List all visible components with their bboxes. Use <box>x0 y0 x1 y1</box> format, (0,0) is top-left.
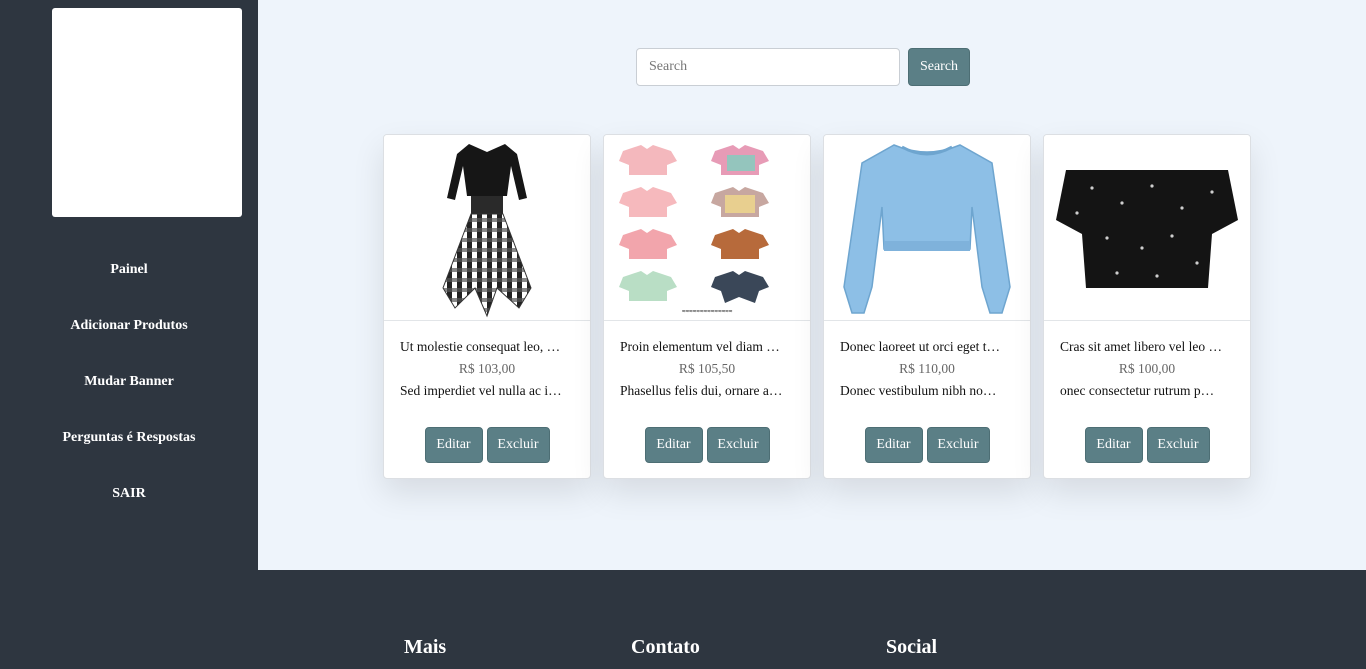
sidebar-item-painel[interactable]: Painel <box>0 257 258 313</box>
product-price: R$ 103,00 <box>458 361 516 376</box>
search-input[interactable] <box>636 48 900 86</box>
edit-button[interactable]: Editar <box>864 427 923 463</box>
sidebar-nav: Painel Adicionar Produtos Mudar Banner P… <box>0 257 258 537</box>
main-content: Search Ut molestie <box>258 0 1366 570</box>
footer-heading-social: Social <box>886 636 938 658</box>
product-card: Ut molestie consequat leo, … R$ 103,00 S… <box>383 134 591 479</box>
blue-sweatshirt-image <box>824 135 1030 321</box>
product-card: ≈≈≈≈≈≈≈≈≈≈≈≈≈≈ Proin elementum vel diam … <box>603 134 811 479</box>
logo-placeholder <box>52 8 242 217</box>
blouse-icon <box>1056 169 1238 288</box>
sidebar-item-perguntas-respostas[interactable]: Perguntas é Respostas <box>0 425 258 481</box>
product-price: R$ 105,50 <box>678 361 736 376</box>
product-list: Ut molestie consequat leo, … R$ 103,00 S… <box>383 134 1251 479</box>
product-actions: Editar Excluir <box>824 427 1030 463</box>
product-card: Donec laoreet ut orci eget t… R$ 110,00 … <box>823 134 1031 479</box>
sidebar: Painel Adicionar Produtos Mudar Banner P… <box>0 0 258 570</box>
search-button[interactable]: Search <box>908 48 970 86</box>
crop-tops-icon: ≈≈≈≈≈≈≈≈≈≈≈≈≈≈ <box>619 144 769 315</box>
delete-button[interactable]: Excluir <box>706 427 770 463</box>
product-title: Ut molestie consequat leo, … <box>400 339 561 354</box>
product-title: Cras sit amet libero vel leo … <box>1060 339 1222 354</box>
edit-button[interactable]: Editar <box>1084 427 1143 463</box>
plaid-dress-image <box>384 135 590 321</box>
plaid-dress-icon <box>442 143 532 317</box>
edit-button[interactable]: Editar <box>424 427 483 463</box>
footer-heading-mais: Mais <box>404 636 447 658</box>
product-description: Phasellus felis dui, ornare a… <box>620 383 783 398</box>
sidebar-item-adicionar-produtos[interactable]: Adicionar Produtos <box>0 313 258 369</box>
sweatshirt-icon <box>843 143 1011 314</box>
sidebar-item-mudar-banner[interactable]: Mudar Banner <box>0 369 258 425</box>
delete-button[interactable]: Excluir <box>926 427 990 463</box>
product-actions: Editar Excluir <box>384 427 590 463</box>
footer: Mais Contato Social <box>0 570 1366 669</box>
product-description: Donec vestibulum nibh no… <box>840 383 997 398</box>
crop-tops-grid-image: ≈≈≈≈≈≈≈≈≈≈≈≈≈≈ <box>604 135 810 321</box>
product-price: R$ 100,00 <box>1118 361 1176 376</box>
footer-heading-contato: Contato <box>631 636 700 658</box>
product-actions: Editar Excluir <box>604 427 810 463</box>
delete-button[interactable]: Excluir <box>1146 427 1210 463</box>
product-title: Donec laoreet ut orci eget t… <box>840 339 1001 354</box>
edit-button[interactable]: Editar <box>644 427 703 463</box>
product-title: Proin elementum vel diam … <box>620 339 780 354</box>
search-bar: Search <box>636 48 970 86</box>
star-blouse-image <box>1044 135 1250 321</box>
delete-button[interactable]: Excluir <box>486 427 550 463</box>
sidebar-item-sair[interactable]: SAIR <box>0 481 258 537</box>
svg-text:≈≈≈≈≈≈≈≈≈≈≈≈≈≈: ≈≈≈≈≈≈≈≈≈≈≈≈≈≈ <box>682 308 733 315</box>
product-description: Sed imperdiet vel nulla ac i… <box>400 383 562 398</box>
product-actions: Editar Excluir <box>1044 427 1250 463</box>
product-description: onec consectetur rutrum p… <box>1060 383 1215 398</box>
product-price: R$ 110,00 <box>899 361 955 376</box>
product-card: Cras sit amet libero vel leo … R$ 100,00… <box>1043 134 1251 479</box>
